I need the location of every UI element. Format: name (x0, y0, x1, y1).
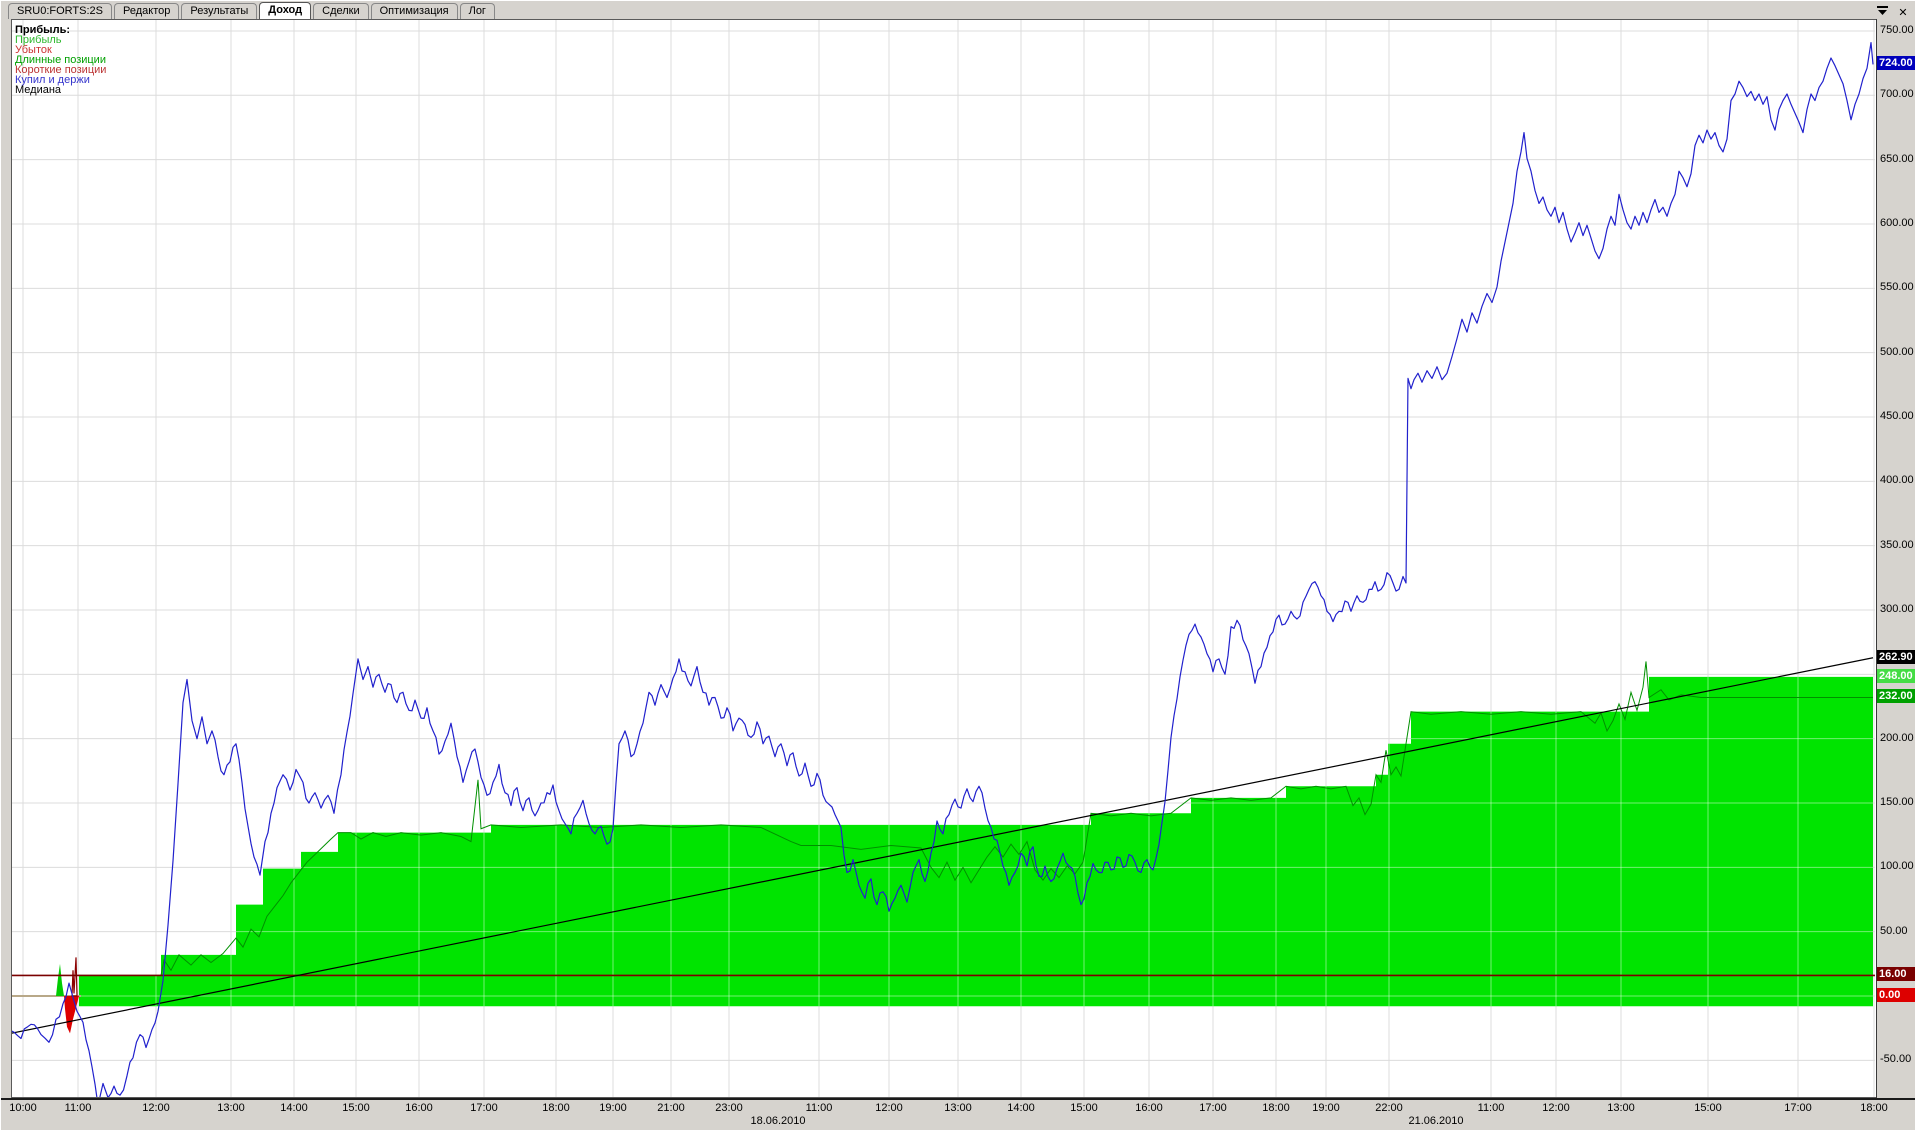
value-axis: 750.00 700.00 650.00 600.00 550.00 500.00 450.… (1876, 19, 1917, 1098)
value-axis-label: -50.00 (1880, 1053, 1912, 1066)
pin-panel-icon[interactable] (1875, 5, 1891, 18)
value-axis-label: 500.00 (1880, 345, 1914, 358)
current-value-badge: 724.00 (1877, 56, 1917, 71)
date-label: 21.06.2010 (1408, 1115, 1464, 1127)
value-axis-label: 200.00 (1880, 731, 1914, 744)
current-value-badge: 232.00 (1877, 689, 1917, 704)
time-axis-label: 12:00 (1542, 1102, 1570, 1114)
time-axis-label: 16:00 (405, 1102, 433, 1114)
value-axis-label: 750.00 (1880, 23, 1914, 36)
chart-legend: Прибыль: Прибыль Убыток Длинные позиции Кор… (15, 25, 106, 96)
time-axis-label: 17:00 (1199, 1102, 1227, 1114)
legend-item: Медиана (15, 84, 62, 96)
tab-bar: SRU0:FORTS:2S Редактор Результаты Доход Сдел… (1, 1, 1917, 19)
application-window: SRU0:FORTS:2S Редактор Результаты Доход Сдел… (0, 0, 1917, 1130)
time-axis-label: 19:00 (1312, 1102, 1340, 1114)
time-axis-label: 16:00 (1135, 1102, 1163, 1114)
time-axis-label: 18:00 (1262, 1102, 1290, 1114)
time-axis-label: 21:00 (657, 1102, 685, 1114)
time-axis-label: 10:00 (9, 1102, 37, 1114)
value-axis-label: 300.00 (1880, 602, 1914, 615)
value-axis-label: 350.00 (1880, 538, 1914, 551)
time-axis-label: 14:00 (280, 1102, 308, 1114)
time-axis-label: 13:00 (217, 1102, 245, 1114)
time-axis-label: 17:00 (1784, 1102, 1812, 1114)
time-axis-label: 23:00 (715, 1102, 743, 1114)
current-value-badge: 262.90 (1877, 649, 1917, 664)
time-axis-label: 13:00 (944, 1102, 972, 1114)
value-axis-label: 150.00 (1880, 795, 1914, 808)
chart-canvas (12, 20, 1875, 1097)
value-axis-label: 100.00 (1880, 860, 1914, 873)
time-axis-label: 13:00 (1607, 1102, 1635, 1114)
value-axis-label: 550.00 (1880, 281, 1914, 294)
current-value-badge: 0.00 (1877, 988, 1917, 1002)
current-value-badge: 16.00 (1877, 967, 1917, 982)
equity-chart (11, 19, 1876, 1098)
close-icon[interactable]: ✕ (1895, 7, 1911, 20)
tab-SRU0:FORTS:2S[interactable]: SRU0:FORTS:2S (8, 3, 112, 19)
time-axis-label: 11:00 (64, 1102, 92, 1114)
time-axis-label: 11:00 (1477, 1102, 1505, 1114)
time-axis-label: 18:00 (1860, 1102, 1888, 1114)
value-axis-label: 50.00 (1880, 924, 1908, 937)
value-axis-label: 700.00 (1880, 88, 1914, 101)
time-axis-label: 11:00 (805, 1102, 833, 1114)
time-axis: 10:00 11:00 12:00 13:00 14:00 15:00 16:00 17:00… (1, 1098, 1917, 1130)
tab-Доход[interactable]: Доход (259, 2, 312, 19)
time-axis-label: 15:00 (1694, 1102, 1722, 1114)
value-axis-label: 450.00 (1880, 409, 1914, 422)
tab-Лог[interactable]: Лог (459, 3, 495, 19)
time-axis-label: 22:00 (1375, 1102, 1403, 1114)
time-axis-label: 18:00 (542, 1102, 570, 1114)
time-axis-label: 17:00 (470, 1102, 498, 1114)
value-axis-label: 600.00 (1880, 216, 1914, 229)
tab-Оптимизация[interactable]: Оптимизация (370, 3, 458, 19)
window-icons: ✕ (1875, 3, 1911, 20)
time-axis-label: 15:00 (342, 1102, 370, 1114)
tab-Результаты[interactable]: Результаты (181, 3, 258, 19)
value-axis-label: 400.00 (1880, 474, 1914, 487)
tab-Сделки[interactable]: Сделки (313, 3, 369, 19)
value-axis-label: 650.00 (1880, 152, 1914, 165)
time-axis-label: 15:00 (1070, 1102, 1098, 1114)
time-axis-label: 12:00 (875, 1102, 903, 1114)
time-axis-label: 19:00 (599, 1102, 627, 1114)
tab-Редактор[interactable]: Редактор (114, 3, 180, 19)
time-axis-label: 12:00 (142, 1102, 170, 1114)
time-axis-label: 14:00 (1007, 1102, 1035, 1114)
current-value-badge: 248.00 (1877, 668, 1917, 683)
date-label: 18.06.2010 (750, 1115, 806, 1127)
